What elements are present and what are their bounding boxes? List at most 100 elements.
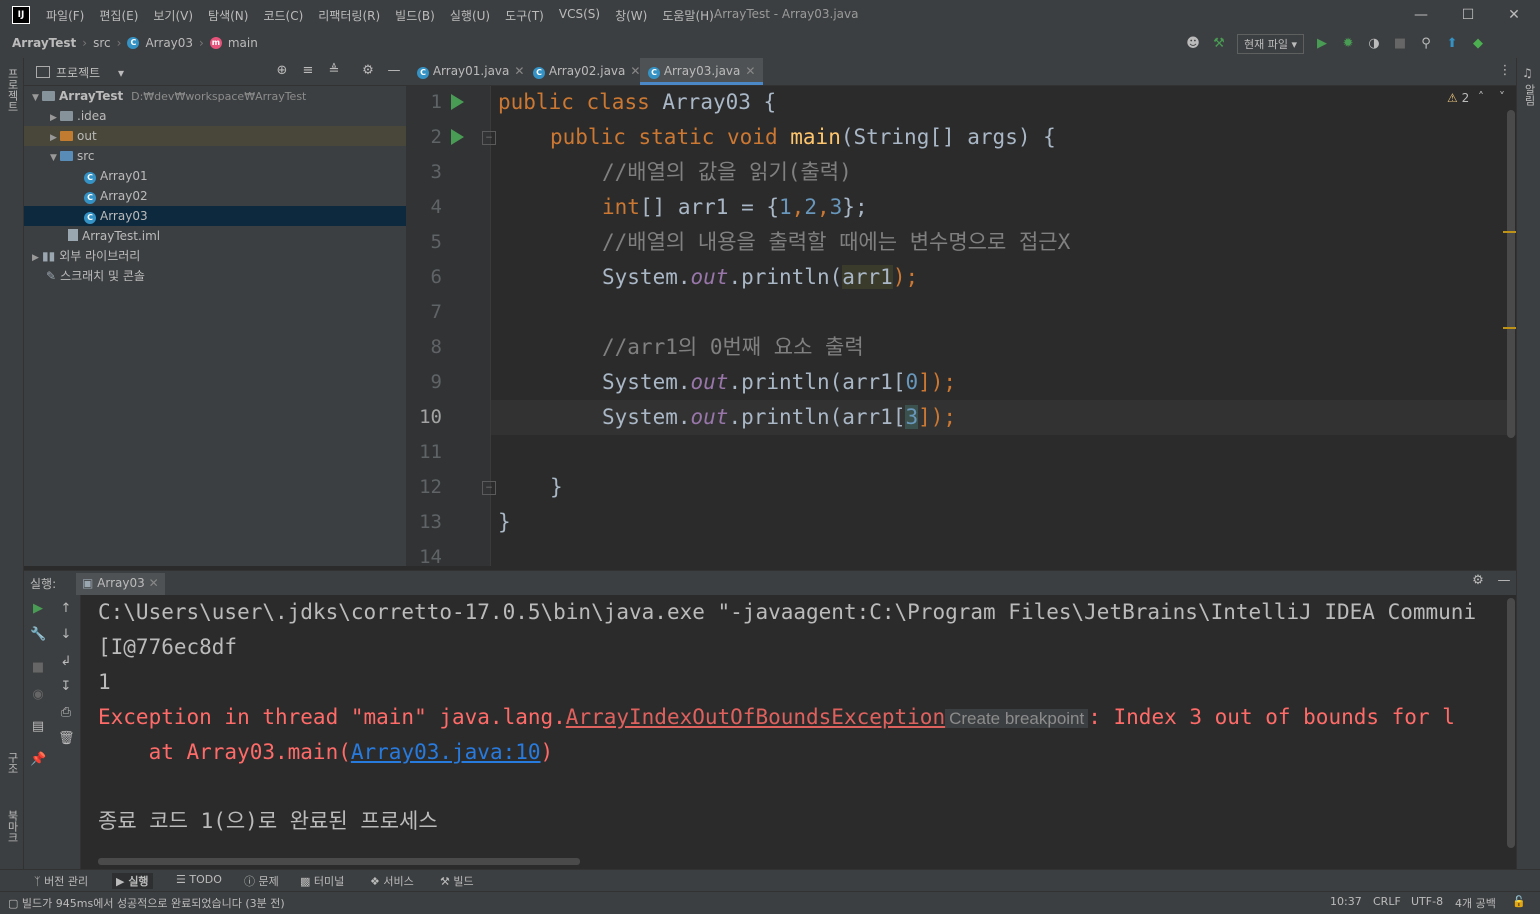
tree-item-array02[interactable]: C Array02 [24,186,466,206]
breadcrumb-src[interactable]: src [93,36,111,50]
menu-edit[interactable]: 편집(E) [99,7,138,24]
tool-tab-run[interactable]: ▶ 실행 [112,873,153,889]
fold-icon[interactable]: − [482,481,496,495]
run-main-icon[interactable] [451,129,464,145]
menu-build[interactable]: 빌드(B) [395,7,435,24]
tool-tab-terminal[interactable]: ▩ 터미널 [300,873,344,889]
intellij-logo-icon[interactable]: IJ [12,6,30,24]
locate-icon[interactable]: ⊕ [274,63,290,79]
rerun-icon[interactable]: ▶ [30,601,46,617]
line-separator[interactable]: CRLF [1373,895,1401,908]
project-panel-title[interactable]: 프로젝트 ▾ [36,64,124,81]
menu-file[interactable]: 파일(F) [46,7,84,24]
camera-icon[interactable]: ◉ [30,687,46,703]
coverage-icon[interactable]: ◑ [1366,36,1382,52]
stop-icon[interactable]: ■ [30,660,46,676]
collapse-all-icon[interactable]: ≜ [326,63,342,79]
arrow-up-icon[interactable]: ↑ [58,601,74,617]
tree-item-external-libraries[interactable]: ▶ ▮▮ 외부 라이브러리 [24,246,414,266]
breadcrumb-project[interactable]: ArrayTest [12,36,76,50]
chevron-down-icon[interactable]: ▾ [118,66,124,80]
menu-view[interactable]: 보기(V) [153,7,193,24]
debug-icon[interactable]: ✹ [1340,36,1356,52]
close-tab-icon[interactable]: ✕ [514,64,524,78]
editor-scrollbar[interactable] [1507,110,1515,438]
run-config-select[interactable]: 현재 파일 ▾ [1237,34,1305,54]
console-horizontal-scrollbar[interactable] [98,858,580,865]
create-breakpoint-button[interactable]: Create breakpoint [945,709,1089,728]
close-tab-icon[interactable]: ✕ [630,64,640,78]
menu-help[interactable]: 도움말(H) [662,7,714,24]
warning-marker[interactable] [1503,327,1517,329]
bell-icon[interactable]: ♫ [1522,66,1533,80]
source-location-link[interactable]: Array03.java:10 [351,740,541,764]
exception-class-link[interactable]: ArrayIndexOutOfBoundsException [566,705,945,729]
more-options-icon[interactable]: ⋮ [1497,63,1513,79]
tree-item-src[interactable]: ▼ src [24,146,432,166]
user-icon[interactable]: ☻ [1185,36,1201,52]
expand-all-icon[interactable]: ≡ [300,63,316,79]
layout-icon[interactable]: ▤ [30,719,46,735]
menu-code[interactable]: 코드(C) [263,7,303,24]
stripe-notifications-button[interactable]: 알림 [1521,84,1537,106]
tool-tab-problems[interactable]: ⓘ 문제 [244,873,279,889]
tool-tab-todo[interactable]: ☰ TODO [176,873,222,886]
tab-array02[interactable]: C Array02.java ✕ [525,58,648,85]
gear-icon[interactable]: ⚙ [1470,573,1486,589]
tab-array01[interactable]: C Array01.java ✕ [409,58,532,85]
tool-tab-build[interactable]: ⚒ 빌드 [440,873,474,889]
close-tab-icon[interactable]: ✕ [745,64,755,78]
wrench-icon[interactable]: 🔧 [30,627,46,643]
soft-wrap-icon[interactable]: ↲ [58,654,74,670]
caret-position[interactable]: 10:37 [1330,895,1362,908]
stripe-structure-button[interactable]: 구조 [4,752,20,774]
maximize-button[interactable]: ☐ [1457,4,1479,26]
status-message[interactable]: ▢ 빌드가 945ms에서 성공적으로 완료되었습니다 (3분 전) [8,895,285,911]
menu-refactor[interactable]: 리팩터링(R) [318,7,380,24]
warning-indicator[interactable]: ⚠ 2 [1447,91,1469,105]
chevron-down-icon[interactable]: ˅ [1499,90,1505,104]
breadcrumb-class[interactable]: Array03 [145,36,193,50]
stop-icon[interactable]: ■ [1392,36,1408,52]
breadcrumb-method[interactable]: main [228,36,258,50]
tree-item-idea[interactable]: ▶ .idea [24,106,432,126]
lock-icon[interactable]: 🔓 [1512,895,1526,908]
tool-tab-vcs[interactable]: ᛉ 버전 관리 [34,873,88,889]
menu-tools[interactable]: 도구(T) [505,7,544,24]
pin-icon[interactable]: 📌 [30,752,46,768]
stripe-bookmarks-button[interactable]: 북마크 [4,810,20,843]
tool-tab-services[interactable]: ❖ 서비스 [370,873,414,889]
stripe-project-button[interactable]: 프로젝트 [4,68,20,112]
tree-item-project-root[interactable]: ▼ ArrayTest D:₩dev₩workspace₩ArrayTest [24,86,414,106]
warning-marker[interactable] [1503,231,1517,233]
hide-panel-icon[interactable]: — [1496,573,1512,589]
tree-item-out[interactable]: ▶ out [24,126,432,146]
tree-item-array01[interactable]: C Array01 [24,166,466,186]
print-icon[interactable]: ⎙ [58,705,74,721]
fold-icon[interactable]: − [482,131,496,145]
tab-array03[interactable]: C Array03.java ✕ [640,58,764,85]
menu-run[interactable]: 실행(U) [450,7,490,24]
scroll-to-end-icon[interactable]: ↧ [58,679,74,695]
menu-window[interactable]: 창(W) [615,7,647,24]
chevron-up-icon[interactable]: ˄ [1478,90,1484,104]
search-icon[interactable]: ⚲ [1418,36,1434,52]
menu-navigate[interactable]: 탐색(N) [208,7,248,24]
tree-item-scratches[interactable]: ✎ 스크래치 및 콘솔 [24,266,428,286]
run-class-icon[interactable] [451,94,464,110]
tree-item-array03[interactable]: C Array03 [24,206,466,226]
tree-item-iml[interactable]: ArrayTest.iml [24,226,450,246]
arrow-down-icon[interactable]: ↓ [58,627,74,643]
update-icon[interactable]: ⬆ [1444,36,1460,52]
run-icon[interactable]: ▶ [1314,36,1330,52]
run-tab-array03[interactable]: ▣ Array03 ✕ [76,573,165,597]
build-hammer-icon[interactable]: ⚒ [1211,36,1227,52]
hide-panel-icon[interactable]: — [386,63,402,79]
file-encoding[interactable]: UTF-8 [1411,895,1443,908]
trash-icon[interactable]: 🗑 [58,731,75,747]
console-vertical-scrollbar[interactable] [1507,598,1515,848]
close-tab-icon[interactable]: ✕ [149,576,159,590]
menu-vcs[interactable]: VCS(S) [559,7,600,24]
minimize-button[interactable]: — [1410,4,1432,26]
indent-setting[interactable]: 4개 공백 [1455,895,1496,911]
